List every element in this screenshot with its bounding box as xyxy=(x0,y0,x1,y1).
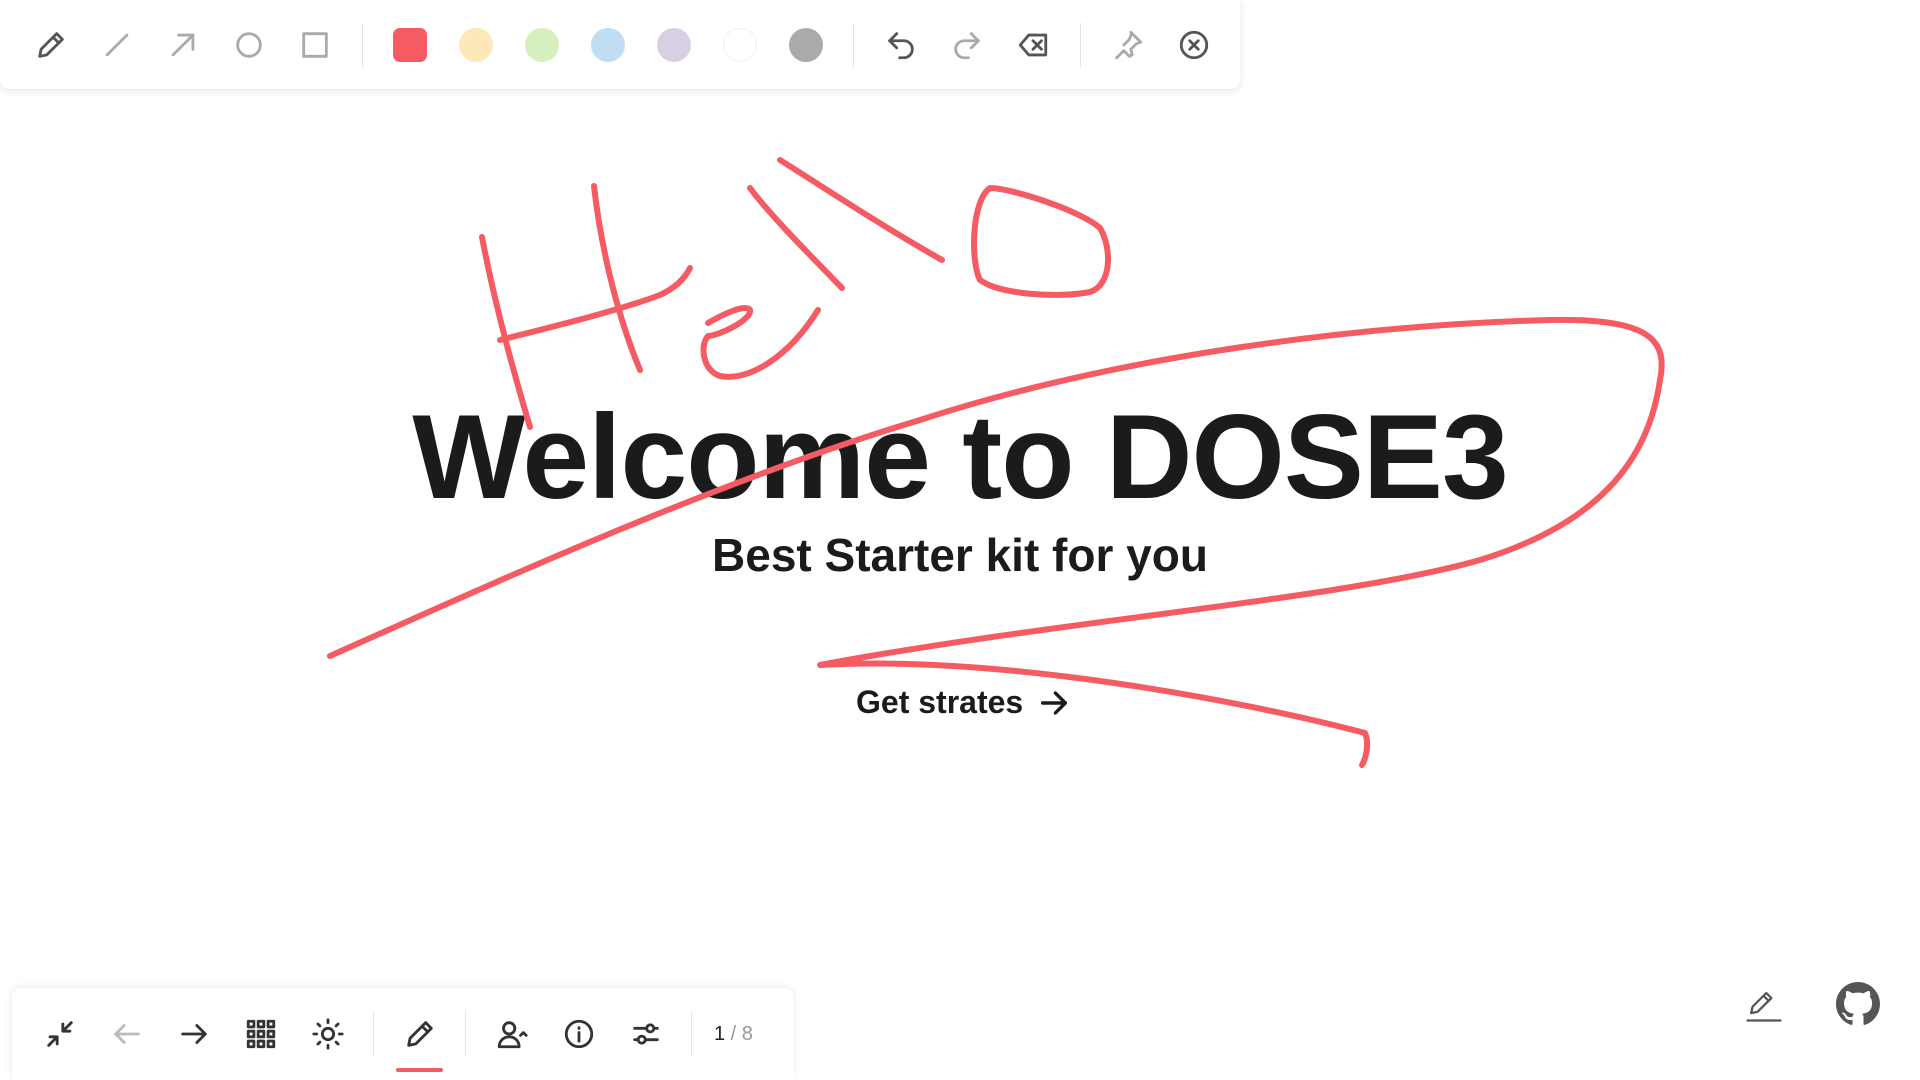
color-dot xyxy=(789,27,823,62)
ellipse-tool-button[interactable] xyxy=(216,12,282,78)
prev-slide-button[interactable] xyxy=(93,1001,160,1068)
line-tool-button[interactable] xyxy=(84,12,150,78)
arrow-right-icon xyxy=(1041,690,1068,715)
color-swatch-gray[interactable] xyxy=(773,12,839,78)
erase-icon xyxy=(1018,33,1048,56)
drawing-toolbar xyxy=(0,0,1240,89)
nav-divider xyxy=(373,1011,374,1057)
undo-icon xyxy=(888,31,914,59)
slide-overview-button[interactable] xyxy=(227,1001,294,1068)
get-started-link[interactable]: Get strates xyxy=(856,684,1071,721)
page-current: 1 xyxy=(714,1022,726,1045)
pen-tool-button[interactable] xyxy=(18,12,84,78)
page-total: 8 xyxy=(741,1022,753,1045)
toolbar-divider xyxy=(362,22,363,67)
settings-button[interactable] xyxy=(612,1001,679,1068)
pencil-icon xyxy=(38,31,64,58)
color-dot xyxy=(459,27,493,62)
presenter-mode-button[interactable] xyxy=(478,1001,545,1068)
color-swatch-purple[interactable] xyxy=(641,12,707,78)
color-dot xyxy=(723,27,757,62)
presenter-icon xyxy=(497,1021,528,1049)
line-icon xyxy=(105,33,129,56)
toolbar-divider xyxy=(1080,22,1081,67)
prev-icon xyxy=(113,1024,140,1044)
circle-icon xyxy=(236,31,262,58)
color-swatch-red[interactable] xyxy=(377,12,443,78)
page-counter: 1 / 8 xyxy=(714,1023,753,1046)
toolbar-divider xyxy=(853,22,854,67)
pin-icon xyxy=(1115,30,1143,59)
exit-fullscreen-icon xyxy=(46,1021,73,1047)
slide: Welcome to DOSE3 Best Starter kit for yo… xyxy=(0,0,1920,1080)
close-drawing-button[interactable] xyxy=(1161,12,1227,78)
clear-button[interactable] xyxy=(1000,12,1066,78)
rectangle-tool-button[interactable] xyxy=(282,12,348,78)
github-link[interactable] xyxy=(1834,980,1882,1028)
edit-slide-button[interactable] xyxy=(1740,980,1788,1028)
next-icon xyxy=(180,1024,207,1044)
color-swatch-white[interactable] xyxy=(707,12,773,78)
cta-label: Get strates xyxy=(856,684,1024,720)
color-dot xyxy=(657,27,691,62)
exit-fullscreen-button[interactable] xyxy=(26,1001,93,1068)
settings-icon xyxy=(632,1023,659,1045)
slide-title: Welcome to DOSE3 xyxy=(412,390,1508,524)
undo-button[interactable] xyxy=(868,12,934,78)
color-dot xyxy=(591,27,625,62)
arrow-icon xyxy=(171,33,195,56)
color-swatch-yellow[interactable] xyxy=(443,12,509,78)
nav-divider xyxy=(465,1011,466,1057)
draw-icon xyxy=(406,1021,433,1047)
color-dot xyxy=(525,27,559,62)
page-separator: / xyxy=(725,1022,742,1045)
close-circle-icon xyxy=(1179,30,1209,59)
next-slide-button[interactable] xyxy=(160,1001,227,1068)
square-icon xyxy=(302,31,328,58)
redo-icon xyxy=(954,31,980,59)
info-icon xyxy=(564,1019,593,1049)
arrow-tool-button[interactable] xyxy=(150,12,216,78)
pin-button[interactable] xyxy=(1095,12,1161,78)
theme-icon xyxy=(311,1018,344,1050)
redo-button[interactable] xyxy=(934,12,1000,78)
grid-icon xyxy=(246,1019,275,1049)
color-swatch-blue[interactable] xyxy=(575,12,641,78)
toggle-theme-button[interactable] xyxy=(294,1001,361,1068)
edit-icon xyxy=(1746,991,1782,1022)
github-icon xyxy=(1836,982,1880,1025)
drawing-mode-button[interactable] xyxy=(386,1001,453,1072)
slide-subtitle: Best Starter kit for you xyxy=(712,529,1208,581)
color-swatch-green[interactable] xyxy=(509,12,575,78)
info-button[interactable] xyxy=(545,1001,612,1068)
slide-nav-bar: 1 / 8 xyxy=(12,988,794,1080)
nav-divider xyxy=(691,1011,692,1057)
color-dot xyxy=(393,27,427,62)
